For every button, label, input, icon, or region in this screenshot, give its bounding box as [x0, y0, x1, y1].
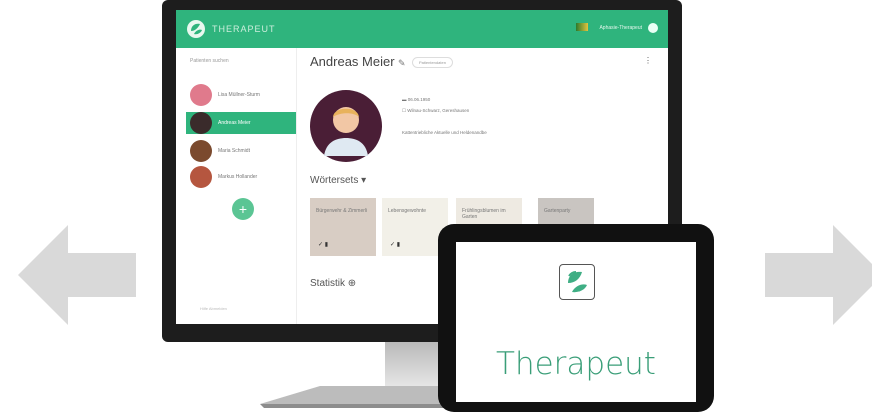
patient-item[interactable]: Lisa Müllner-Sturm: [186, 84, 296, 106]
tablet-device: Therapeut: [438, 224, 714, 412]
patient-address: ☐ Wilnau-Schwarz, Gereshausen: [402, 108, 470, 113]
app-name: THERAPEUT: [212, 24, 276, 34]
wortersets-heading[interactable]: Wörtersets ▾: [310, 175, 366, 186]
language-flag-icon[interactable]: [576, 23, 588, 31]
patient-name: Andreas Meier: [218, 120, 251, 126]
patient-item-active[interactable]: Andreas Meier: [186, 112, 296, 134]
patient-item[interactable]: Markus Hollander: [186, 166, 296, 188]
patient-birthdate: ▬ 06.06.1950: [402, 97, 431, 102]
edit-icon[interactable]: ✎: [398, 58, 406, 69]
page-title: Andreas Meier: [310, 54, 395, 69]
patient-avatar: [190, 112, 212, 134]
patient-name: Markus Hollander: [218, 174, 258, 180]
statistik-heading[interactable]: Statistik ⊕: [310, 278, 356, 289]
header-user-name[interactable]: Aphasie-Therapeut: [599, 25, 642, 31]
patient-sidebar: Patienten suchen Lisa Müllner-Sturm Andr…: [176, 48, 297, 324]
word-set-actions[interactable]: ✓ ▮: [318, 241, 328, 248]
tablet-title: Therapeut: [496, 346, 656, 382]
patient-avatar: [190, 140, 212, 162]
patient-avatar-large: [310, 90, 382, 162]
app-header: THERAPEUT Aphasie-Therapeut: [176, 10, 668, 48]
patient-avatar: [190, 166, 212, 188]
monitor-stand-neck: [385, 342, 445, 387]
patient-avatar: [190, 84, 212, 106]
word-set-label: Lebensgewohnte: [388, 208, 427, 214]
more-menu-icon[interactable]: ⋮: [644, 56, 652, 65]
leaf-logo-icon: [187, 20, 205, 38]
word-set-label: Gartenparty: [544, 208, 571, 214]
patient-item[interactable]: Maria Schmidt: [186, 140, 296, 162]
add-patient-button[interactable]: +: [232, 198, 254, 220]
arrow-left-icon[interactable]: [18, 225, 136, 325]
word-set-card[interactable]: Bürgerwehr & Zimmerli ✓ ▮: [310, 198, 376, 256]
patient-name: Maria Schmidt: [218, 148, 250, 154]
word-set-label: Bürgerwehr & Zimmerli: [316, 208, 368, 214]
tablet-screen: Therapeut: [456, 242, 696, 402]
sidebar-title[interactable]: Patienten suchen: [190, 58, 229, 64]
patient-name: Lisa Müllner-Sturm: [218, 92, 260, 98]
patient-diagnosis: Kattentriebliche Aktuelle und Heldenandb…: [402, 130, 487, 135]
patient-info-button[interactable]: Patientendaten: [412, 57, 453, 68]
leaf-logo-icon: [559, 264, 595, 300]
sidebar-footer[interactable]: Hilfe Abmelden: [200, 306, 227, 311]
word-set-label: Frühlingsblumen im Garten: [462, 208, 506, 220]
word-set-actions[interactable]: ✓ ▮: [390, 241, 400, 248]
user-menu-icon[interactable]: [648, 23, 658, 33]
arrow-right-icon[interactable]: [765, 225, 872, 325]
